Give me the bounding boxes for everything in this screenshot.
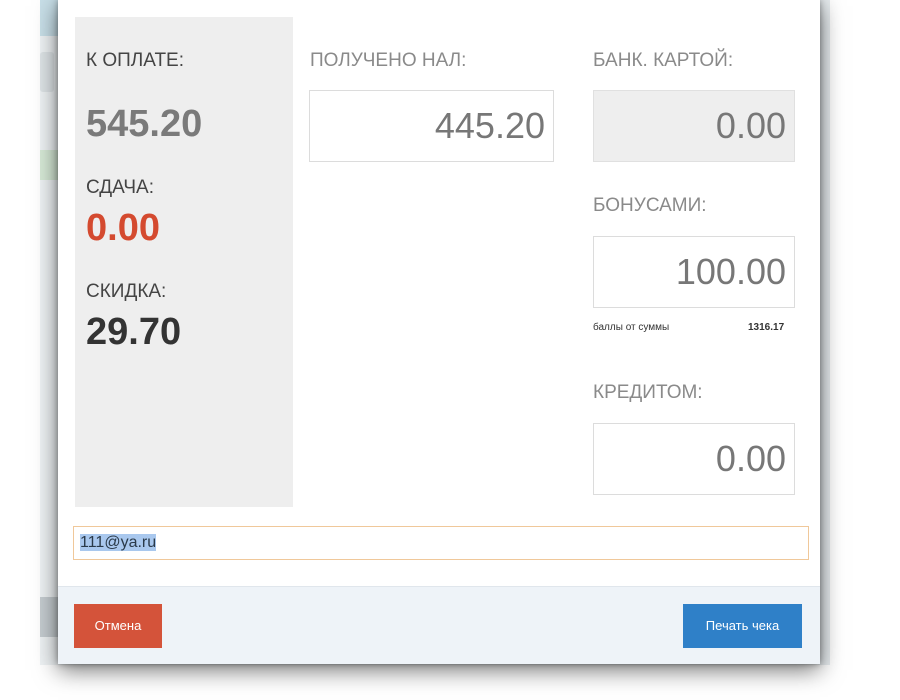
credit-label: КРЕДИТОМ: <box>593 382 703 403</box>
bonus-points-value: 1316.17 <box>748 322 785 333</box>
credit-input[interactable]: 0.00 <box>593 423 795 495</box>
payment-summary-panel: К ОПЛАТЕ: 545.20 СДАЧА: 0.00 СКИДКА: 29.… <box>75 17 293 507</box>
background-tab-edge <box>40 150 60 180</box>
change-label: СДАЧА: <box>86 177 154 198</box>
bonus-points-label: баллы от суммы <box>593 322 670 333</box>
discount-label: СКИДКА: <box>86 281 167 302</box>
change-value: 0.00 <box>86 207 160 249</box>
to-pay-label: К ОПЛАТЕ: <box>86 50 184 71</box>
cancel-button[interactable]: Отмена <box>74 604 162 648</box>
email-value: 111@ya.ru <box>80 534 157 551</box>
discount-value: 29.70 <box>86 311 182 353</box>
email-input[interactable]: 111@ya.ru <box>73 526 809 560</box>
card-input[interactable]: 0.00 <box>593 90 795 162</box>
to-pay-value: 545.20 <box>86 103 203 145</box>
cash-label: ПОЛУЧЕНО НАЛ: <box>310 50 467 71</box>
background-input-edge <box>40 52 54 92</box>
bonus-input[interactable]: 100.00 <box>593 236 795 308</box>
card-label: БАНК. КАРТОЙ: <box>593 50 734 71</box>
payment-modal: К ОПЛАТЕ: 545.20 СДАЧА: 0.00 СКИДКА: 29.… <box>58 0 820 664</box>
print-receipt-button[interactable]: Печать чека <box>683 604 802 648</box>
modal-footer: Отмена Печать чека <box>58 586 820 664</box>
background-footer-edge <box>40 597 60 637</box>
bonus-label: БОНУСАМИ: <box>593 195 707 216</box>
cash-input[interactable]: 445.20 <box>309 90 554 162</box>
